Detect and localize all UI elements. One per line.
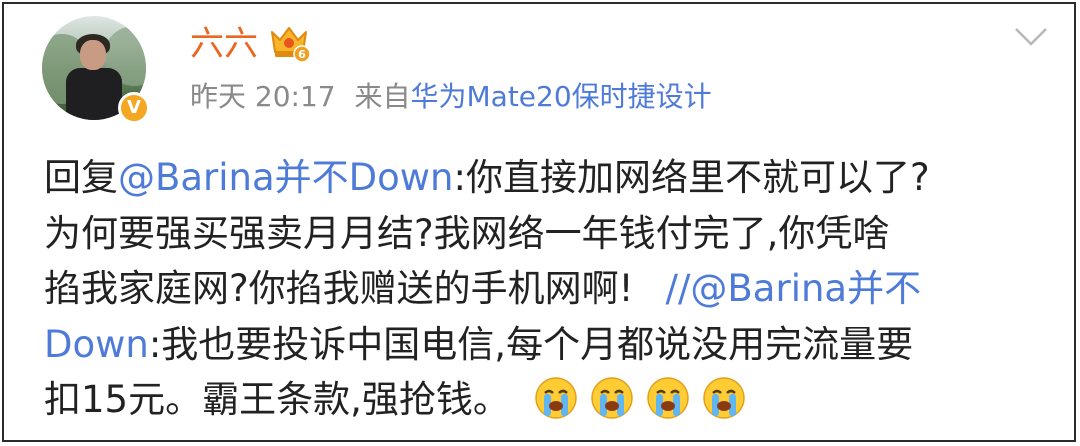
crying-face-emoji [702,377,745,419]
repost-separator: // [665,267,691,310]
text-line: 掐我家庭网?你掐我赠送的手机网啊! //@Barina并不 [44,261,1054,317]
post-text: 回复@Barina并不Down:你直接加网络里不就可以了? 为何要强买强卖月月结… [44,150,1054,428]
post-card: V 六六 6 昨天 20:17 来自华为Mate20保时捷设计 回复@Barin… [2,2,1076,442]
crying-face-emoji [646,377,689,419]
mention-link[interactable]: @Barina并不 [690,267,921,310]
source-link[interactable]: 华为Mate20保时捷设计 [411,80,712,113]
crown-member-icon[interactable]: 6 [266,18,312,64]
mention-link[interactable]: @Barina并不Down [118,156,454,199]
text-line: 回复@Barina并不Down:你直接加网络里不就可以了? [44,150,1054,206]
crying-face-emoji [534,377,577,419]
text-line: 扣15元。霸王条款,强抢钱。 [44,372,1054,428]
chevron-down-icon[interactable] [1014,26,1048,48]
post-meta: 昨天 20:17 来自华为Mate20保时捷设计 [190,80,712,114]
crying-face-emoji [590,377,633,419]
text-segment: :你直接加网络里不就可以了? [453,156,930,199]
text-segment: 为何要强买强卖月月结?我网络一年钱付完了,你凭啥 [44,211,890,255]
timestamp: 昨天 20:17 [190,80,336,113]
text-line: 为何要强买强卖月月结?我网络一年钱付完了,你凭啥 [44,206,1054,262]
source-prefix: 来自 [354,80,411,113]
text-segment: 掐我家庭网?你掐我赠送的手机网啊! [44,267,634,310]
reply-prefix: 回复 [44,156,118,199]
author-name[interactable]: 六六 [190,24,258,64]
avatar-person [80,40,106,70]
crown-level: 6 [298,48,306,61]
mention-link[interactable]: Down [44,323,149,366]
text-segment: :我也要投诉中国电信,每个月都说没用完流量要 [148,322,914,366]
verified-v-icon: V [118,92,150,124]
text-line: Down:我也要投诉中国电信,每个月都说没用完流量要 [44,317,1054,373]
avatar-person [66,68,122,120]
text-segment: 扣15元。霸王条款,强抢钱。 [44,378,510,421]
